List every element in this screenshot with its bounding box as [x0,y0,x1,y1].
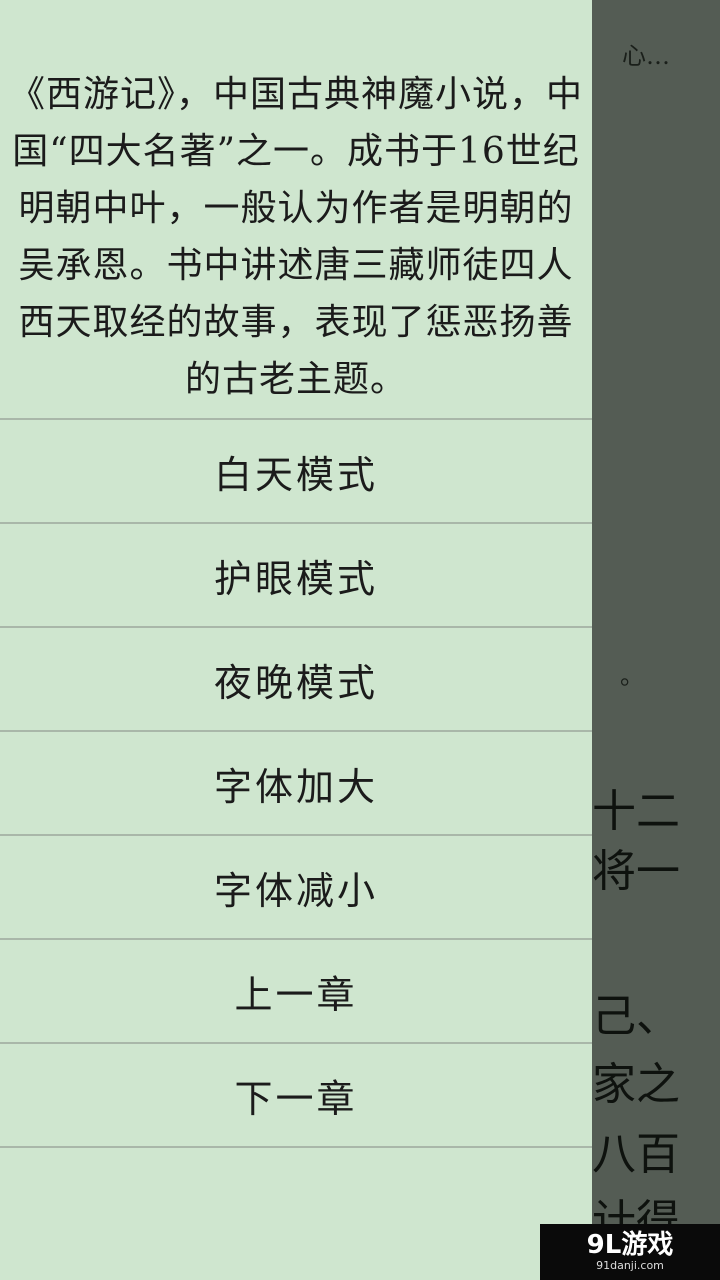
menu-eye-care-mode[interactable]: 护眼模式 [0,524,592,628]
settings-drawer: 《西游记》，中国古典神魔小说，中国“四大名著”之一。成书于16世纪明朝中叶，一般… [0,0,592,1280]
menu-day-mode[interactable]: 白天模式 [0,420,592,524]
reader-text-line: 八百 [592,1129,680,1180]
menu-night-mode[interactable]: 夜晚模式 [0,628,592,732]
book-intro: 《西游记》，中国古典神魔小说，中国“四大名著”之一。成书于16世纪明朝中叶，一般… [0,0,592,420]
reader-text-fragment: 。 [620,662,644,690]
reader-text-line: 家之 [592,1059,680,1110]
reader-text-fragment: 心… [622,42,670,70]
reader-text-line: 将一 [592,846,680,897]
menu-font-increase[interactable]: 字体加大 [0,732,592,836]
watermark-brand: 9L游戏 [586,1230,674,1260]
reader-text-line: 十二 [592,786,680,837]
menu-next-chapter[interactable]: 下一章 [0,1044,592,1148]
menu-font-decrease[interactable]: 字体减小 [0,836,592,940]
menu-previous-chapter[interactable]: 上一章 [0,940,592,1044]
reader-text-line: 己、 [592,991,680,1042]
watermark-url: 91danji.com [596,1259,664,1272]
watermark-logo: 9L游戏 91danji.com [540,1224,720,1280]
